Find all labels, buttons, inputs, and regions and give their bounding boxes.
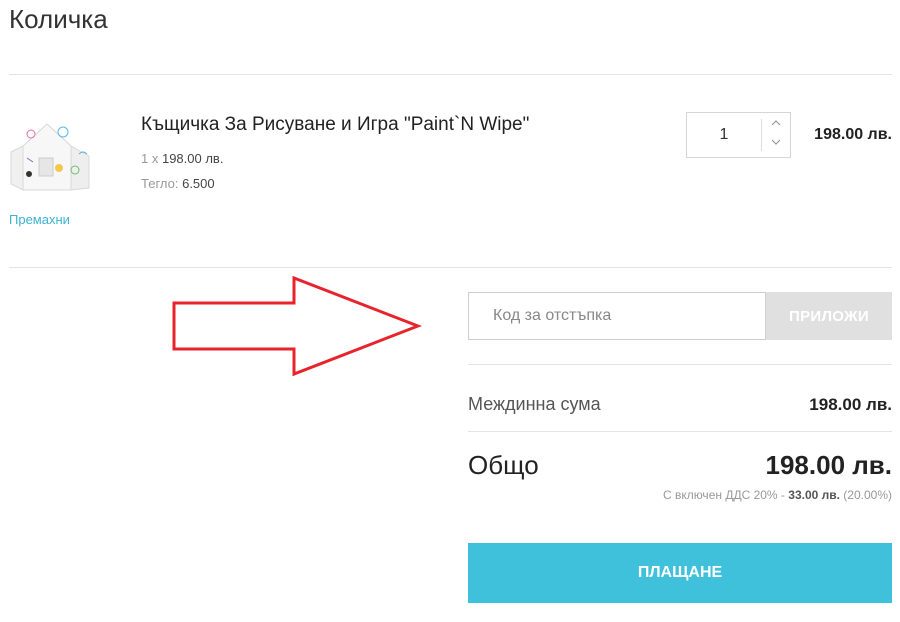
apply-coupon-button[interactable]: ПРИЛОЖИ: [766, 292, 892, 340]
weight-label: Тегло:: [141, 176, 183, 191]
page-title: Количка: [9, 4, 108, 34]
playhouse-image: [10, 123, 90, 191]
unit-price-prefix: 1 x: [141, 151, 162, 166]
remove-item-link[interactable]: Премахни: [9, 212, 70, 227]
vat-note: С включен ДДС 20% - 33.00 лв. (20.00%): [560, 488, 892, 502]
weight-value: 6.500: [182, 176, 215, 191]
stepper-divider: [761, 119, 762, 151]
chevron-up-icon[interactable]: [763, 116, 789, 136]
divider: [9, 267, 892, 268]
arrow-right-icon: [172, 276, 422, 377]
divider: [468, 431, 892, 432]
unit-price: 198.00 лв.: [161, 151, 224, 166]
weight-line: Тегло: 6.500: [141, 176, 215, 191]
vat-prefix: С включен ДДС 20% -: [662, 488, 789, 502]
subtotal-value: 198.00 лв.: [809, 395, 892, 414]
total-value: 198.00 лв.: [765, 450, 892, 480]
unit-price-line: 1 x 198.00 лв.: [141, 151, 223, 166]
quantity-stepper[interactable]: 1: [686, 112, 791, 158]
divider: [468, 364, 892, 365]
vat-amount: 33.00 лв.: [788, 488, 840, 502]
chevron-down-icon[interactable]: [763, 135, 789, 155]
line-total: 198.00 лв.: [814, 126, 892, 143]
subtotal-label: Междинна сума: [468, 394, 601, 414]
quantity-input[interactable]: 1: [687, 113, 761, 157]
product-thumbnail[interactable]: [9, 118, 93, 198]
divider: [9, 74, 892, 75]
product-name[interactable]: Къщичка За Рисуване и Игра "Paint`N Wipe…: [141, 114, 529, 136]
coupon-input[interactable]: [468, 292, 766, 340]
checkout-button[interactable]: ПЛАЩАНЕ: [468, 543, 892, 603]
total-label: Общо: [468, 450, 539, 480]
vat-suffix: (20.00%): [839, 488, 892, 502]
